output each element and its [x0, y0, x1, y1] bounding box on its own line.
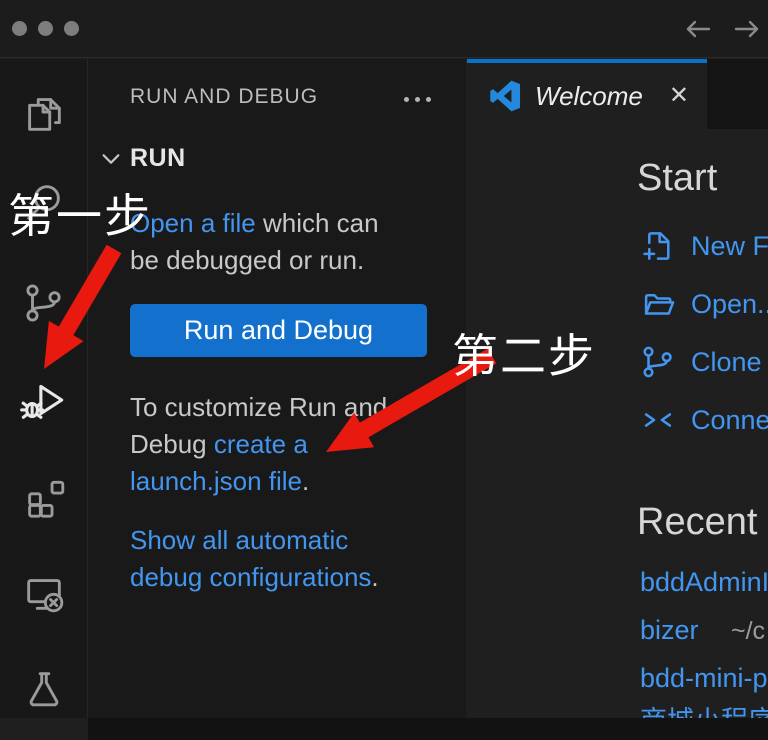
recent-item[interactable]: bddAdminI	[640, 567, 768, 599]
welcome-page: Start New File...	[467, 129, 768, 718]
start-list: New File... Open... Clon	[639, 217, 768, 449]
debug-icon	[19, 375, 69, 425]
editor-group: Welcome ✕ Start New File...	[467, 59, 768, 718]
navigate-forward-button[interactable]	[731, 14, 763, 44]
start-item-connect[interactable]: Connect to...	[639, 391, 768, 449]
remote-explorer-icon	[21, 570, 67, 616]
folder-opened-icon	[639, 285, 677, 323]
create-launch-json-link[interactable]: launch.json file	[130, 466, 302, 496]
recent-item[interactable]: bdd-mini-p	[640, 663, 768, 695]
recent-item[interactable]: bizer ~/c	[640, 615, 765, 647]
show-debug-configs-link[interactable]: Show all automatic	[130, 525, 348, 555]
files-icon	[21, 90, 67, 136]
text-run: .	[371, 562, 378, 592]
run-section-header[interactable]: RUN	[100, 144, 186, 173]
welcome-view-text: Open a file which can be debugged or run…	[130, 205, 379, 279]
sidebar-item-explorer[interactable]	[0, 87, 87, 139]
arrow-right-icon	[736, 22, 757, 36]
show-debug-configs-link[interactable]: debug configurations	[130, 562, 371, 592]
recent-path: ~/c	[731, 617, 765, 645]
minimize-window-button[interactable]	[38, 21, 53, 36]
text-run: .	[302, 466, 309, 496]
navigate-back-button[interactable]	[682, 14, 714, 44]
create-launch-json-link[interactable]: create a	[214, 429, 308, 459]
start-item-new-file[interactable]: New File...	[639, 217, 768, 275]
customize-text: To customize Run and Debug create a laun…	[130, 389, 387, 500]
start-heading: Start	[637, 157, 717, 200]
beaker-icon	[21, 665, 67, 711]
arrow-left-icon	[688, 22, 709, 36]
traffic-lights	[12, 21, 79, 36]
new-file-icon	[639, 227, 677, 265]
text-run: be debugged or run.	[130, 245, 364, 275]
text-run: To customize Run and	[130, 392, 387, 422]
sidebar-item-extensions[interactable]	[0, 472, 87, 524]
maximize-window-button[interactable]	[64, 21, 79, 36]
show-configs-text: Show all automatic debug configurations.	[130, 522, 379, 596]
run-and-debug-panel: RUN AND DEBUG RUN Open a file which can …	[88, 59, 466, 718]
recent-link[interactable]: bdd-mini-p	[640, 663, 768, 693]
start-item-label: Clone Git Repository...	[691, 347, 768, 378]
recent-heading: Recent	[637, 501, 757, 544]
text-run: which can	[256, 208, 379, 238]
run-section-label: RUN	[130, 144, 186, 173]
sidebar-item-remote-explorer[interactable]	[0, 567, 87, 619]
recent-item[interactable]: 商城小程序	[640, 699, 768, 718]
recent-link[interactable]: bizer	[640, 615, 699, 645]
window-titlebar	[0, 0, 768, 58]
tab-welcome[interactable]: Welcome ✕	[467, 59, 707, 129]
start-item-clone[interactable]: Clone Git Repository...	[639, 333, 768, 391]
chevron-down-icon	[100, 148, 122, 170]
tab-title: Welcome	[535, 81, 643, 112]
start-item-label: New File...	[691, 231, 768, 262]
recent-link[interactable]: 商城小程序	[640, 706, 768, 718]
sidebar-item-testing[interactable]	[0, 662, 87, 714]
step2-label: 第二步	[452, 320, 596, 386]
remote-icon	[639, 401, 677, 439]
start-item-label: Open...	[691, 289, 768, 320]
source-control-icon	[21, 280, 67, 326]
sidebar-item-source-control[interactable]	[0, 277, 87, 329]
run-and-debug-button[interactable]: Run and Debug	[130, 304, 427, 357]
more-actions-button[interactable]	[404, 97, 431, 102]
window-bottom-strip	[88, 718, 768, 740]
recent-link[interactable]: bddAdminI	[640, 567, 768, 597]
extensions-icon	[21, 475, 67, 521]
sidebar-item-run-and-debug[interactable]	[0, 374, 87, 426]
activity-bar	[0, 59, 88, 718]
vscode-logo-icon	[489, 80, 521, 112]
step1-label: 第一步	[8, 180, 152, 246]
close-window-button[interactable]	[12, 21, 27, 36]
start-item-label: Connect to...	[691, 405, 768, 436]
git-branch-icon	[639, 343, 677, 381]
tab-bar: Welcome ✕	[467, 59, 768, 129]
text-run: Debug	[130, 429, 214, 459]
panel-title: RUN AND DEBUG	[130, 85, 318, 109]
start-item-open[interactable]: Open...	[639, 275, 768, 333]
close-tab-icon[interactable]: ✕	[669, 84, 689, 108]
